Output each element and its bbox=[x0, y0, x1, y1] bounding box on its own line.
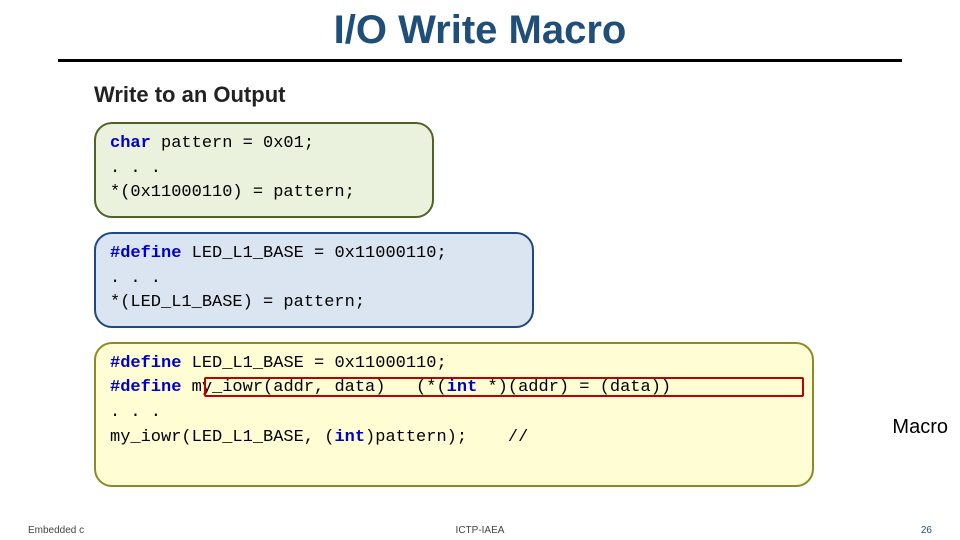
keyword: #define bbox=[110, 378, 181, 397]
keyword: #define bbox=[110, 354, 181, 373]
slide-number: 26 bbox=[921, 525, 932, 536]
footer: Embedded c ICTP-IAEA 26 bbox=[0, 520, 960, 540]
code-text: . . . bbox=[110, 403, 161, 422]
title-rule bbox=[58, 59, 902, 62]
slide-title: I/O Write Macro bbox=[0, 0, 960, 53]
code-text: my_iowr(LED_L1_BASE, ( bbox=[110, 428, 334, 447]
code-text: LED_L1_BASE = 0x11000110; bbox=[181, 244, 446, 263]
code-box-3: #define LED_L1_BASE = 0x11000110; #defin… bbox=[94, 342, 814, 487]
code-text: pattern = 0x01; bbox=[151, 134, 314, 153]
code-text: . . . bbox=[110, 159, 161, 178]
code-text: )pattern); // bbox=[365, 428, 528, 447]
section-heading: Write to an Output bbox=[94, 82, 960, 108]
code-text: *(LED_L1_BASE) = pattern; bbox=[110, 293, 365, 312]
highlight-box bbox=[204, 377, 804, 397]
keyword: char bbox=[110, 134, 151, 153]
macro-callout: Macro bbox=[892, 416, 948, 439]
code-box-2: #define LED_L1_BASE = 0x11000110; . . . … bbox=[94, 232, 534, 328]
code-box-1: char pattern = 0x01; . . . *(0x11000110)… bbox=[94, 122, 434, 218]
keyword: #define bbox=[110, 244, 181, 263]
footer-left: Embedded c bbox=[28, 525, 84, 536]
code-text: *(0x11000110) = pattern; bbox=[110, 183, 355, 202]
code-text: LED_L1_BASE = 0x11000110; bbox=[181, 354, 446, 373]
keyword: int bbox=[334, 428, 365, 447]
footer-middle: ICTP-IAEA bbox=[456, 525, 505, 536]
code-text: . . . bbox=[110, 269, 161, 288]
